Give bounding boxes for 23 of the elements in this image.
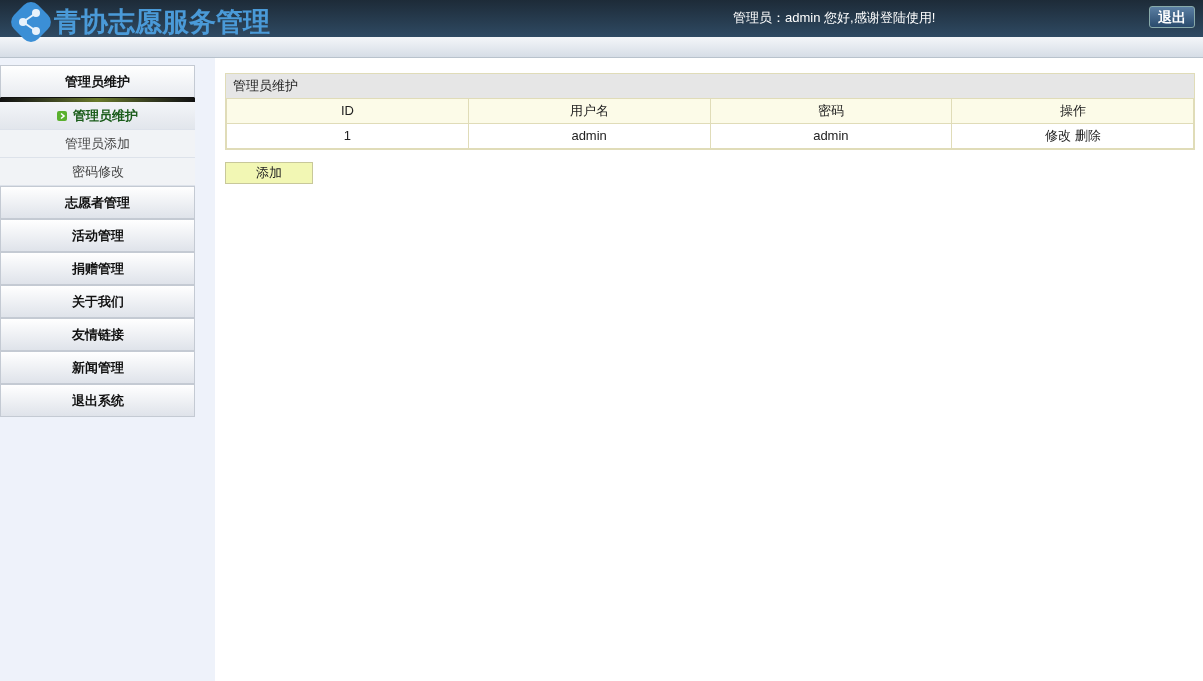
table-cell: admin [710, 123, 952, 149]
sidebar-section[interactable]: 友情链接 [0, 318, 195, 351]
table-title: 管理员维护 [226, 74, 1194, 98]
column-header: 密码 [710, 98, 952, 124]
sidebar-section[interactable]: 关于我们 [0, 285, 195, 318]
sidebar-section[interactable]: 活动管理 [0, 219, 195, 252]
column-header: 操作 [951, 98, 1194, 124]
column-header: ID [226, 98, 469, 124]
greeting-text: 管理员：admin 您好,感谢登陆使用! [733, 9, 936, 27]
sidebar-section[interactable]: 捐赠管理 [0, 252, 195, 285]
sidebar-section[interactable]: 退出系统 [0, 384, 195, 417]
sidebar-section[interactable]: 新闻管理 [0, 351, 195, 384]
edit-link[interactable]: 修改 [1044, 128, 1071, 144]
table-cell: 1 [226, 123, 469, 149]
table-cell: admin [468, 123, 710, 149]
sidebar-section[interactable]: 管理员维护 [0, 65, 195, 98]
arrow-bullet-icon [57, 110, 67, 121]
add-button[interactable]: 添加 [225, 162, 313, 184]
delete-link[interactable]: 删除 [1074, 128, 1101, 144]
sidebar-section[interactable]: 志愿者管理 [0, 186, 195, 219]
logout-button[interactable]: 退出 [1149, 6, 1195, 28]
column-header: 用户名 [468, 98, 710, 124]
app-title: 青协志愿服务管理 [54, 6, 270, 40]
